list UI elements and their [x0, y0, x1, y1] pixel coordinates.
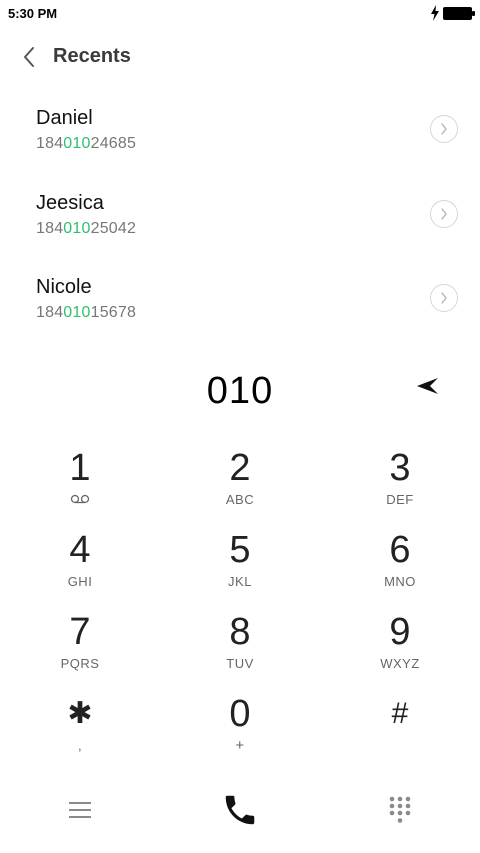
key-letters: +: [235, 737, 245, 754]
key-digit: 9: [389, 611, 411, 653]
contact-detail-button[interactable]: [430, 115, 458, 143]
battery-icon: [443, 7, 475, 20]
key-8[interactable]: 8 TUV: [170, 610, 310, 686]
contact-number: 18401015678: [36, 304, 137, 321]
contact-detail-button[interactable]: [430, 284, 458, 312]
key-3[interactable]: 3 DEF: [330, 446, 470, 522]
menu-button[interactable]: [66, 796, 94, 824]
key-1[interactable]: 1: [10, 446, 150, 522]
chevron-right-icon: [441, 292, 447, 304]
call-button[interactable]: [218, 788, 262, 832]
key-star[interactable]: ✱ ,: [10, 692, 150, 768]
key-digit: 4: [69, 529, 91, 571]
voicemail-icon: [70, 494, 90, 504]
dialpad-icon: [389, 796, 411, 823]
number-match-highlight: 010: [63, 220, 91, 237]
key-hash[interactable]: #: [330, 692, 470, 768]
backspace-arrow-icon: [417, 378, 438, 394]
key-digit: 6: [389, 529, 411, 571]
number-match-highlight: 010: [63, 135, 91, 152]
key-digit: 7: [69, 611, 91, 653]
key-digit: ✱: [67, 697, 93, 730]
key-0[interactable]: 0 +: [170, 692, 310, 768]
key-2[interactable]: 2 ABC: [170, 446, 310, 522]
status-time: 5:30 PM: [8, 6, 58, 21]
key-letters: ,: [77, 738, 83, 753]
key-digit: 5: [229, 529, 251, 571]
dial-number-input[interactable]: 010: [140, 370, 340, 413]
key-digit: 0: [229, 693, 251, 735]
contact-detail-button[interactable]: [430, 200, 458, 228]
dialpad-button[interactable]: [386, 794, 414, 826]
key-letters: TUV: [226, 656, 254, 671]
recent-item-nicole[interactable]: Nicole 18401015678: [0, 276, 480, 346]
charging-bolt-icon: [431, 5, 439, 21]
key-5[interactable]: 5 JKL: [170, 528, 310, 604]
key-letters: MNO: [384, 574, 416, 589]
back-button[interactable]: [14, 40, 44, 74]
key-digit: 2: [229, 447, 251, 489]
chevron-right-icon: [441, 208, 447, 220]
bottom-bar: [0, 780, 480, 840]
status-bar: 5:30 PM: [0, 0, 480, 28]
chevron-left-icon: [24, 47, 34, 67]
key-digit: 8: [229, 611, 251, 653]
contact-number: 18401025042: [36, 220, 137, 237]
key-letters: ABC: [225, 492, 255, 507]
contact-name: Jeesica: [36, 192, 104, 214]
contact-number: 18401024685: [36, 135, 137, 152]
key-digit: #: [391, 697, 409, 730]
key-9[interactable]: 9 WXYZ: [330, 610, 470, 686]
key-6[interactable]: 6 MNO: [330, 528, 470, 604]
chevron-right-icon: [441, 123, 447, 135]
recent-item-daniel[interactable]: Daniel 18401024685: [0, 107, 480, 177]
key-digit: 1: [69, 447, 91, 489]
key-letters: PQRS: [60, 656, 100, 671]
key-4[interactable]: 4 GHI: [10, 528, 150, 604]
phone-icon: [225, 795, 255, 825]
key-7[interactable]: 7 PQRS: [10, 610, 150, 686]
menu-icon: [69, 802, 91, 818]
key-letters: DEF: [386, 492, 414, 507]
delete-button[interactable]: [412, 374, 442, 398]
contact-name: Daniel: [36, 107, 93, 129]
key-letters: GHI: [67, 574, 93, 589]
key-letters: JKL: [228, 574, 252, 589]
key-digit: 3: [389, 447, 411, 489]
recent-item-jeesica[interactable]: Jeesica 18401025042: [0, 192, 480, 262]
page-title: Recents: [53, 45, 131, 67]
contact-name: Nicole: [36, 276, 92, 298]
number-match-highlight: 010: [63, 304, 91, 321]
key-letters: WXYZ: [380, 656, 420, 671]
